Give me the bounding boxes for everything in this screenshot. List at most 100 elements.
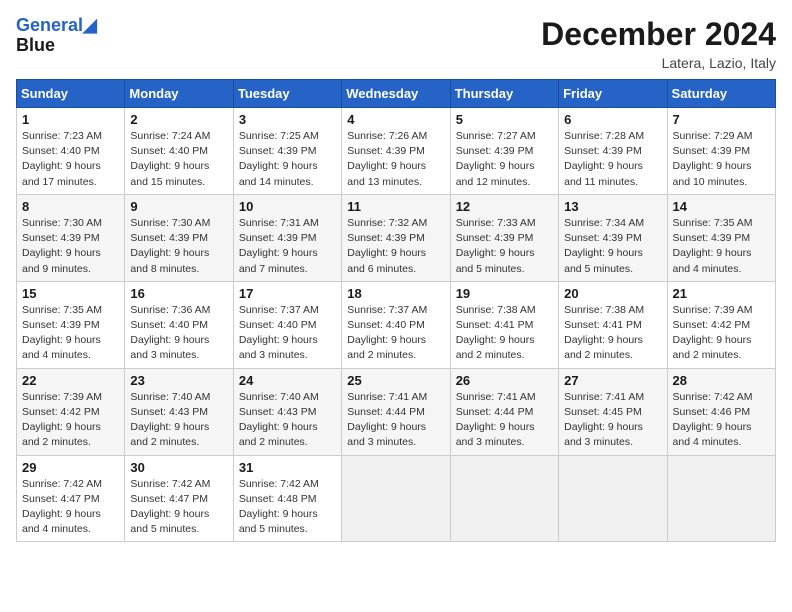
day-info: Sunrise: 7:27 AMSunset: 4:39 PMDaylight:…	[456, 129, 553, 190]
day-info: Sunrise: 7:42 AMSunset: 4:46 PMDaylight:…	[673, 390, 770, 451]
header-monday: Monday	[125, 80, 233, 108]
day-number: 6	[564, 112, 661, 127]
location: Latera, Lazio, Italy	[541, 55, 776, 71]
day-number: 16	[130, 286, 227, 301]
day-number: 12	[456, 199, 553, 214]
calendar-day-cell: 25 Sunrise: 7:41 AMSunset: 4:44 PMDaylig…	[342, 368, 450, 455]
calendar-day-cell: 21 Sunrise: 7:39 AMSunset: 4:42 PMDaylig…	[667, 281, 775, 368]
calendar-day-cell: 11 Sunrise: 7:32 AMSunset: 4:39 PMDaylig…	[342, 194, 450, 281]
logo: General◢ Blue	[16, 16, 97, 56]
calendar-day-cell: 6 Sunrise: 7:28 AMSunset: 4:39 PMDayligh…	[559, 108, 667, 195]
day-info: Sunrise: 7:41 AMSunset: 4:44 PMDaylight:…	[347, 390, 444, 451]
day-number: 18	[347, 286, 444, 301]
header-sunday: Sunday	[17, 80, 125, 108]
calendar-day-cell: 31 Sunrise: 7:42 AMSunset: 4:48 PMDaylig…	[233, 455, 341, 542]
header-friday: Friday	[559, 80, 667, 108]
day-info: Sunrise: 7:38 AMSunset: 4:41 PMDaylight:…	[456, 303, 553, 364]
day-number: 31	[239, 460, 336, 475]
day-number: 4	[347, 112, 444, 127]
day-number: 27	[564, 373, 661, 388]
day-info: Sunrise: 7:33 AMSunset: 4:39 PMDaylight:…	[456, 216, 553, 277]
day-info: Sunrise: 7:37 AMSunset: 4:40 PMDaylight:…	[347, 303, 444, 364]
day-info: Sunrise: 7:26 AMSunset: 4:39 PMDaylight:…	[347, 129, 444, 190]
logo-text: General◢	[16, 16, 97, 36]
day-info: Sunrise: 7:31 AMSunset: 4:39 PMDaylight:…	[239, 216, 336, 277]
calendar-day-cell: 2 Sunrise: 7:24 AMSunset: 4:40 PMDayligh…	[125, 108, 233, 195]
calendar-day-cell: 7 Sunrise: 7:29 AMSunset: 4:39 PMDayligh…	[667, 108, 775, 195]
day-number: 19	[456, 286, 553, 301]
day-number: 2	[130, 112, 227, 127]
calendar-day-cell	[450, 455, 558, 542]
month-title: December 2024	[541, 16, 776, 53]
day-info: Sunrise: 7:40 AMSunset: 4:43 PMDaylight:…	[130, 390, 227, 451]
day-info: Sunrise: 7:41 AMSunset: 4:44 PMDaylight:…	[456, 390, 553, 451]
calendar-week-row: 29 Sunrise: 7:42 AMSunset: 4:47 PMDaylig…	[17, 455, 776, 542]
calendar-week-row: 8 Sunrise: 7:30 AMSunset: 4:39 PMDayligh…	[17, 194, 776, 281]
day-number: 15	[22, 286, 119, 301]
calendar-day-cell: 29 Sunrise: 7:42 AMSunset: 4:47 PMDaylig…	[17, 455, 125, 542]
day-info: Sunrise: 7:25 AMSunset: 4:39 PMDaylight:…	[239, 129, 336, 190]
calendar-header-row: Sunday Monday Tuesday Wednesday Thursday…	[17, 80, 776, 108]
calendar-day-cell: 5 Sunrise: 7:27 AMSunset: 4:39 PMDayligh…	[450, 108, 558, 195]
calendar-table: Sunday Monday Tuesday Wednesday Thursday…	[16, 79, 776, 542]
calendar-day-cell: 18 Sunrise: 7:37 AMSunset: 4:40 PMDaylig…	[342, 281, 450, 368]
day-number: 3	[239, 112, 336, 127]
calendar-week-row: 22 Sunrise: 7:39 AMSunset: 4:42 PMDaylig…	[17, 368, 776, 455]
day-info: Sunrise: 7:42 AMSunset: 4:48 PMDaylight:…	[239, 477, 336, 538]
day-info: Sunrise: 7:39 AMSunset: 4:42 PMDaylight:…	[673, 303, 770, 364]
header-saturday: Saturday	[667, 80, 775, 108]
calendar-day-cell: 19 Sunrise: 7:38 AMSunset: 4:41 PMDaylig…	[450, 281, 558, 368]
day-number: 11	[347, 199, 444, 214]
calendar-day-cell: 20 Sunrise: 7:38 AMSunset: 4:41 PMDaylig…	[559, 281, 667, 368]
calendar-day-cell: 9 Sunrise: 7:30 AMSunset: 4:39 PMDayligh…	[125, 194, 233, 281]
day-info: Sunrise: 7:35 AMSunset: 4:39 PMDaylight:…	[22, 303, 119, 364]
calendar-week-row: 1 Sunrise: 7:23 AMSunset: 4:40 PMDayligh…	[17, 108, 776, 195]
day-number: 24	[239, 373, 336, 388]
calendar-day-cell: 1 Sunrise: 7:23 AMSunset: 4:40 PMDayligh…	[17, 108, 125, 195]
day-info: Sunrise: 7:28 AMSunset: 4:39 PMDaylight:…	[564, 129, 661, 190]
day-info: Sunrise: 7:41 AMSunset: 4:45 PMDaylight:…	[564, 390, 661, 451]
day-info: Sunrise: 7:38 AMSunset: 4:41 PMDaylight:…	[564, 303, 661, 364]
calendar-day-cell: 23 Sunrise: 7:40 AMSunset: 4:43 PMDaylig…	[125, 368, 233, 455]
calendar-day-cell: 16 Sunrise: 7:36 AMSunset: 4:40 PMDaylig…	[125, 281, 233, 368]
day-info: Sunrise: 7:23 AMSunset: 4:40 PMDaylight:…	[22, 129, 119, 190]
calendar-day-cell: 26 Sunrise: 7:41 AMSunset: 4:44 PMDaylig…	[450, 368, 558, 455]
day-number: 28	[673, 373, 770, 388]
day-info: Sunrise: 7:37 AMSunset: 4:40 PMDaylight:…	[239, 303, 336, 364]
day-number: 22	[22, 373, 119, 388]
day-number: 13	[564, 199, 661, 214]
calendar-day-cell: 27 Sunrise: 7:41 AMSunset: 4:45 PMDaylig…	[559, 368, 667, 455]
page-header: General◢ Blue December 2024 Latera, Lazi…	[16, 16, 776, 71]
day-number: 17	[239, 286, 336, 301]
calendar-day-cell: 10 Sunrise: 7:31 AMSunset: 4:39 PMDaylig…	[233, 194, 341, 281]
calendar-day-cell: 22 Sunrise: 7:39 AMSunset: 4:42 PMDaylig…	[17, 368, 125, 455]
logo-line2: Blue	[16, 36, 97, 56]
day-number: 8	[22, 199, 119, 214]
day-info: Sunrise: 7:29 AMSunset: 4:39 PMDaylight:…	[673, 129, 770, 190]
day-number: 10	[239, 199, 336, 214]
calendar-day-cell: 14 Sunrise: 7:35 AMSunset: 4:39 PMDaylig…	[667, 194, 775, 281]
day-info: Sunrise: 7:35 AMSunset: 4:39 PMDaylight:…	[673, 216, 770, 277]
day-number: 9	[130, 199, 227, 214]
day-info: Sunrise: 7:42 AMSunset: 4:47 PMDaylight:…	[22, 477, 119, 538]
calendar-day-cell	[342, 455, 450, 542]
day-number: 14	[673, 199, 770, 214]
day-info: Sunrise: 7:36 AMSunset: 4:40 PMDaylight:…	[130, 303, 227, 364]
day-number: 20	[564, 286, 661, 301]
calendar-day-cell: 4 Sunrise: 7:26 AMSunset: 4:39 PMDayligh…	[342, 108, 450, 195]
day-number: 1	[22, 112, 119, 127]
day-number: 25	[347, 373, 444, 388]
title-section: December 2024 Latera, Lazio, Italy	[541, 16, 776, 71]
day-info: Sunrise: 7:42 AMSunset: 4:47 PMDaylight:…	[130, 477, 227, 538]
day-info: Sunrise: 7:34 AMSunset: 4:39 PMDaylight:…	[564, 216, 661, 277]
day-number: 21	[673, 286, 770, 301]
calendar-day-cell: 13 Sunrise: 7:34 AMSunset: 4:39 PMDaylig…	[559, 194, 667, 281]
day-number: 7	[673, 112, 770, 127]
day-info: Sunrise: 7:30 AMSunset: 4:39 PMDaylight:…	[130, 216, 227, 277]
calendar-day-cell: 24 Sunrise: 7:40 AMSunset: 4:43 PMDaylig…	[233, 368, 341, 455]
calendar-day-cell: 8 Sunrise: 7:30 AMSunset: 4:39 PMDayligh…	[17, 194, 125, 281]
day-number: 5	[456, 112, 553, 127]
header-tuesday: Tuesday	[233, 80, 341, 108]
day-info: Sunrise: 7:39 AMSunset: 4:42 PMDaylight:…	[22, 390, 119, 451]
calendar-day-cell	[559, 455, 667, 542]
